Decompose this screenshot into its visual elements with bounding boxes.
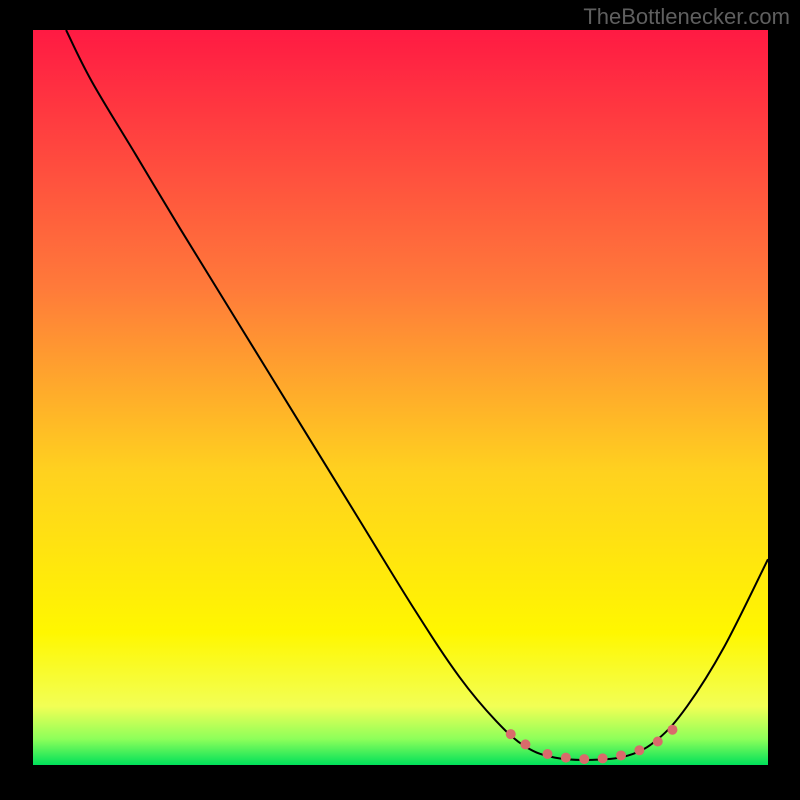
marker-dot [598,753,608,763]
marker-dot [520,739,530,749]
marker-dot [667,725,677,735]
marker-dot [561,753,571,763]
chart-svg [33,30,768,765]
plot-area [33,30,768,765]
marker-dot [616,750,626,760]
marker-dot [506,729,516,739]
marker-dot [543,749,553,759]
marker-dot [579,754,589,764]
watermark-text: TheBottlenecker.com [583,4,790,30]
marker-dot [634,745,644,755]
gradient-background [33,30,768,765]
marker-dot [653,736,663,746]
